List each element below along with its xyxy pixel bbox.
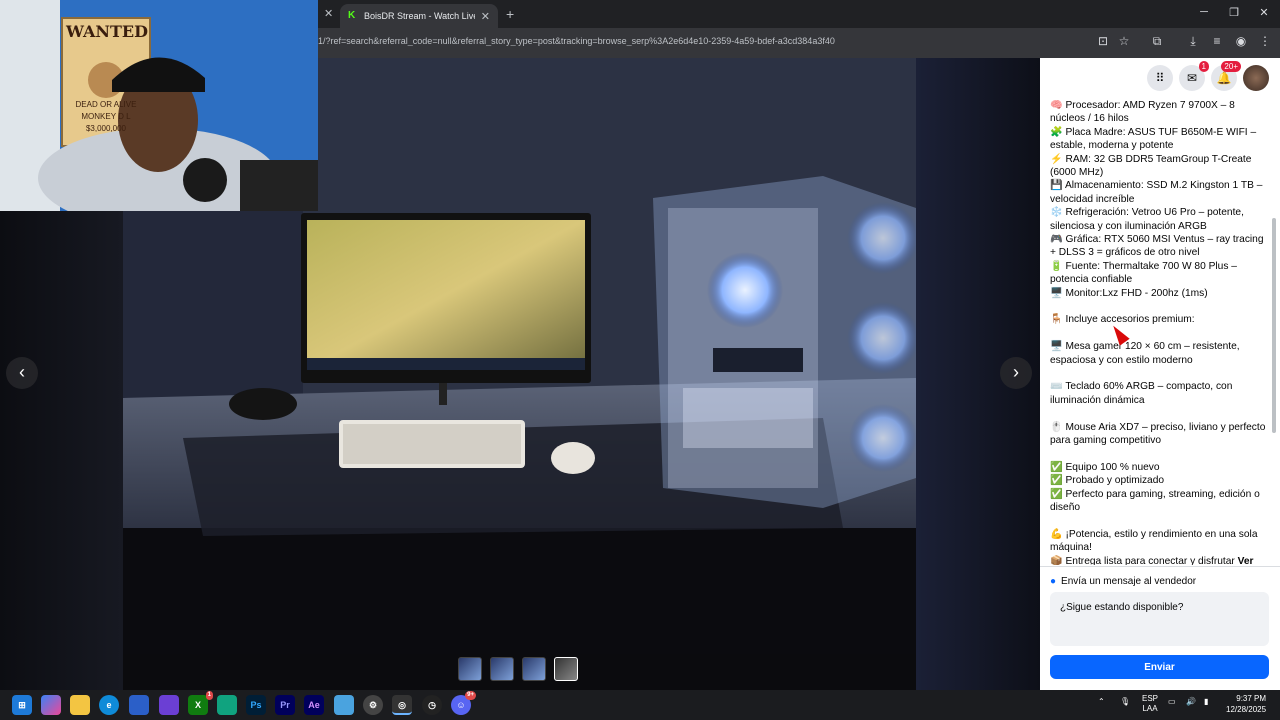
description-line: 💾 Almacenamiento: SSD M.2 Kingston 1 TB …: [1050, 180, 1263, 205]
panel-divider: [1040, 566, 1280, 567]
battery-icon[interactable]: ▮: [1204, 697, 1208, 706]
previous-photo-button[interactable]: ‹: [6, 357, 38, 389]
tab-active[interactable]: K BoisDR Stream - Watch Live on ✕: [340, 4, 498, 28]
edge-browser-icon[interactable]: e: [99, 695, 119, 715]
kick-favicon-icon: K: [348, 10, 356, 21]
description-line: 🎮 Gráfica: RTX 5060 MSI Ventus – ray tra…: [1050, 234, 1264, 259]
description-gap: [1050, 448, 1272, 461]
account-avatar[interactable]: [1243, 65, 1269, 91]
chatgpt-icon[interactable]: [217, 695, 237, 715]
description-line: 🧠 Procesador: AMD Ryzen 7 9700X – 8 núcl…: [1050, 100, 1235, 125]
description-gap: [1050, 300, 1272, 313]
download-icon[interactable]: ⤓: [1184, 34, 1202, 49]
photoshop-icon[interactable]: Ps: [246, 695, 266, 715]
more-menu-icon[interactable]: ⋮: [1256, 34, 1274, 48]
description-line: 🖱️ Mouse Aria XD7 – preciso, liviano y p…: [1050, 421, 1266, 447]
close-tab-icon[interactable]: ✕: [324, 7, 333, 20]
bookmark-star-icon[interactable]: ☆: [1115, 34, 1133, 48]
url-field[interactable]: 1/?ref=search&referral_code=null&referra…: [318, 36, 1078, 46]
description-gap: [1050, 327, 1272, 340]
lang-bottom: LAA: [1142, 704, 1158, 713]
notifications-badge: 20+: [1221, 61, 1241, 72]
next-photo-button[interactable]: ›: [1000, 357, 1032, 389]
photo-thumbnail[interactable]: [458, 657, 482, 681]
volume-icon[interactable]: 🔊: [1186, 697, 1196, 706]
media-icon[interactable]: ≡: [1208, 34, 1226, 48]
lang-top: ESP: [1142, 694, 1159, 703]
tray-expand-icon[interactable]: ⌃: [1098, 697, 1105, 706]
windows-start-icon[interactable]: ⊞: [12, 695, 32, 715]
messenger-small-icon: ●: [1050, 576, 1057, 587]
description-line: 🪑 Incluye accesorios premium:: [1050, 314, 1195, 326]
minimize-icon[interactable]: ─: [1188, 6, 1220, 18]
obs-icon[interactable]: [159, 695, 179, 715]
language-indicator[interactable]: ESP LAA: [1142, 694, 1158, 714]
photo-thumbnail[interactable]: [490, 657, 514, 681]
webcam-overlay: WANTED DEAD OR ALIVE MONKEY D L $3,000,0…: [0, 0, 318, 211]
description-gap: [1050, 515, 1272, 528]
settings-gear-icon[interactable]: ⚙: [363, 695, 383, 715]
file-explorer-icon[interactable]: [70, 695, 90, 715]
description-gap: [1050, 407, 1272, 420]
description-line: ✅ Equipo 100 % nuevo: [1050, 461, 1160, 473]
description-line: ❄️ Refrigeración: Vetroo U6 Pro – potent…: [1050, 207, 1244, 232]
clock-time: 9:37 PM: [1236, 694, 1267, 703]
photo-thumbnail[interactable]: [554, 657, 578, 681]
microphone-icon[interactable]: 🎙: [1120, 697, 1130, 706]
system-clock[interactable]: 9:37 PM 12/28/2025: [1226, 693, 1266, 715]
discord-icon[interactable]: ☺ 9+: [451, 691, 476, 715]
menu-grid-icon[interactable]: ⠿: [1147, 65, 1173, 91]
chrome-icon[interactable]: ◎: [392, 695, 412, 715]
clock-app-icon[interactable]: ◷: [422, 695, 442, 715]
screen-icon[interactable]: ▭: [1168, 697, 1176, 706]
close-tab-icon[interactable]: ✕: [481, 10, 490, 23]
xbox-badge: 1: [205, 691, 213, 700]
description-line: ⚡ RAM: 32 GB DDR5 TeamGroup T-Create (60…: [1050, 153, 1252, 179]
message-input[interactable]: ¿Sigue estando disponible?: [1050, 592, 1269, 646]
photo-thumbnail[interactable]: [522, 657, 546, 681]
close-window-icon[interactable]: ✕: [1248, 6, 1280, 19]
restore-icon[interactable]: ❐: [1218, 6, 1250, 19]
description-line: ⌨️ Teclado 60% ARGB – compacto, con ilum…: [1050, 381, 1233, 406]
send-button[interactable]: Enviar: [1050, 655, 1269, 679]
description-line: 💪 ¡Potencia, estilo y rendimiento en una…: [1050, 528, 1258, 554]
poster-subtitle: DEAD OR ALIVE: [75, 100, 137, 109]
copilot-icon[interactable]: [41, 695, 61, 715]
tab-title: BoisDR Stream - Watch Live on: [364, 11, 475, 21]
premiere-icon[interactable]: Pr: [275, 695, 295, 715]
clock-date: 12/28/2025: [1226, 705, 1267, 714]
poster-bounty: $3,000,000: [85, 124, 127, 133]
description-line: ✅ Perfecto para gaming, streaming, edici…: [1050, 488, 1260, 514]
profile-icon[interactable]: ◉: [1232, 34, 1250, 48]
description-gap: [1050, 367, 1272, 380]
description-line: 🖥️ Monitor:Lxz FHD - 200hz (1ms): [1050, 287, 1208, 299]
photo-thumbnails: [458, 657, 578, 681]
panel-scrollbar[interactable]: [1272, 218, 1276, 433]
description-line: 🖥️ Mesa gamer 120 × 60 cm – resistente, …: [1050, 341, 1240, 366]
poster-name: MONKEY D L: [81, 112, 131, 121]
streamer-webcam-image: [0, 0, 318, 211]
notifications-bell-icon[interactable]: 🔔 20+: [1211, 61, 1241, 91]
description-line: 📦 Entrega lista para conectar y disfruta…: [1050, 555, 1254, 565]
listing-description: 🧠 Procesador: AMD Ryzen 7 9700X – 8 núcl…: [1050, 99, 1272, 565]
discord-badge: 9+: [465, 691, 476, 700]
messenger-icon[interactable]: ✉ 1: [1179, 61, 1209, 91]
xbox-icon[interactable]: X1: [188, 691, 213, 715]
description-line: 🧩 Placa Madre: ASUS TUF B650M-E WIFI – e…: [1050, 126, 1257, 152]
description-line: 🔋 Fuente: Thermaltake 700 W 80 Plus – po…: [1050, 260, 1237, 286]
after-effects-icon[interactable]: Ae: [304, 695, 324, 715]
install-app-icon[interactable]: ⊡: [1094, 34, 1112, 48]
message-seller-text: Envía un mensaje al vendedor: [1061, 576, 1197, 587]
store-icon[interactable]: [129, 695, 149, 715]
poster-title: WANTED: [66, 22, 148, 41]
extensions-icon[interactable]: ⧉: [1148, 34, 1166, 49]
description-line: ✅ Probado y optimizado: [1050, 475, 1165, 487]
see-more-link[interactable]: Ver: [1235, 556, 1254, 565]
new-tab-button[interactable]: +: [506, 6, 514, 22]
messenger-badge: 1: [1198, 61, 1209, 72]
photos-icon[interactable]: [334, 695, 354, 715]
message-seller-label: ● Envía un mensaje al vendedor: [1050, 576, 1196, 587]
